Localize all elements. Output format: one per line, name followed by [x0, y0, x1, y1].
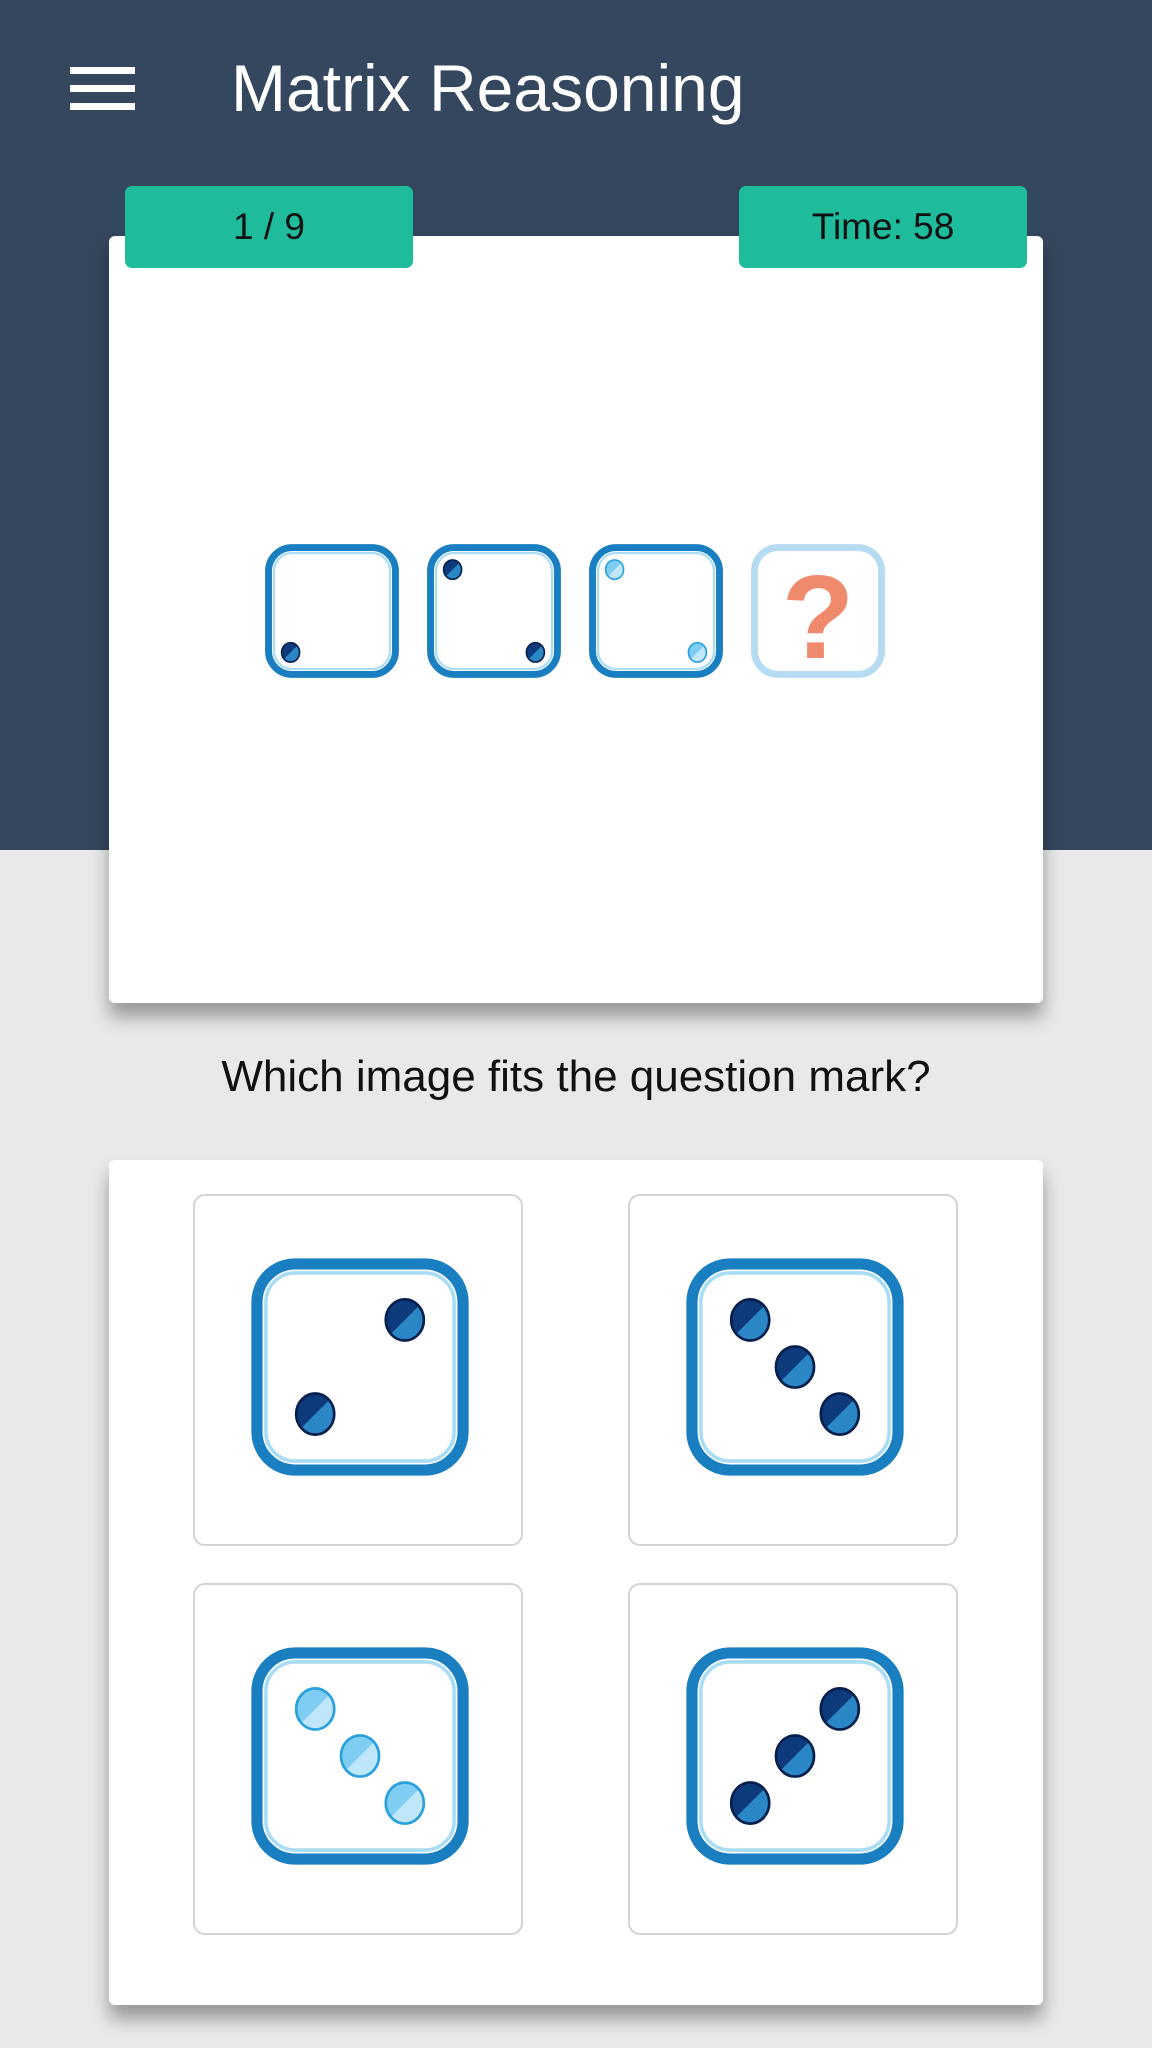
die-icon — [263, 540, 401, 682]
die-icon — [683, 1640, 907, 1872]
answer-option-b[interactable] — [628, 1194, 958, 1546]
die-icon — [683, 1251, 907, 1483]
die-icon — [587, 540, 725, 682]
answer-option-a[interactable] — [193, 1194, 523, 1546]
answers-card — [109, 1160, 1043, 2005]
timer-badge: Time: 58 — [739, 186, 1027, 268]
answer-option-c[interactable] — [193, 1583, 523, 1935]
svg-text:?: ? — [782, 552, 855, 682]
sequence-tile-3 — [587, 540, 725, 682]
sequence-row: ? — [263, 540, 887, 682]
progress-badge: 1 / 9 — [125, 186, 413, 268]
sequence-tile-1 — [263, 540, 401, 682]
die-icon — [425, 540, 563, 682]
die-icon — [248, 1251, 472, 1483]
question-prompt: Which image fits the question mark? — [221, 1052, 931, 1101]
sequence-tile-question: ? — [749, 540, 887, 682]
page-title: Matrix Reasoning — [231, 51, 745, 125]
answer-option-d[interactable] — [628, 1583, 958, 1935]
sequence-tile-2 — [425, 540, 563, 682]
menu-button[interactable] — [66, 60, 140, 122]
die-icon — [248, 1640, 472, 1872]
question-mark-icon: ? — [749, 540, 887, 682]
